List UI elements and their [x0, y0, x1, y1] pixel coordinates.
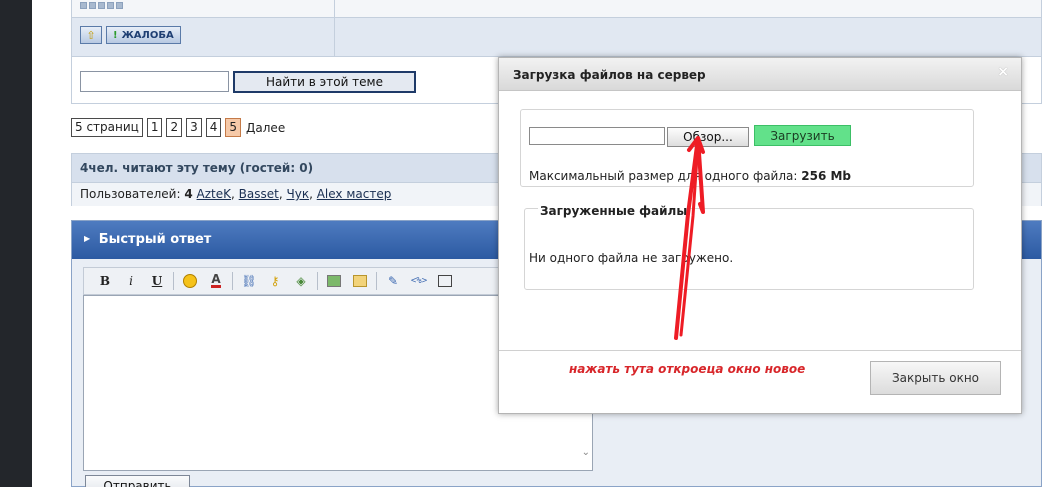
italic-button[interactable]: i [118, 271, 144, 291]
complain-label: ЖАЛОБА [121, 29, 174, 41]
quote-icon: ◈ [296, 274, 306, 288]
upload-dialog: Загрузка файлов на сервер × Обзор... Заг… [498, 57, 1022, 414]
readers-count: 4 [184, 187, 193, 201]
max-file-size: Максимальный размер для одного файла: 25… [529, 169, 852, 183]
smiley-button[interactable] [177, 271, 203, 291]
next-page-link[interactable]: Далее [246, 121, 285, 135]
left-margin [32, 0, 70, 487]
quote-button[interactable]: ◈ [288, 271, 314, 291]
page-link-2[interactable]: 2 [166, 118, 183, 137]
key-icon: ⚷ [270, 274, 280, 288]
code-icon: <%> [410, 276, 428, 286]
expand-triangle-icon: ▶ [84, 234, 91, 243]
image-button[interactable] [321, 271, 347, 291]
browse-button[interactable]: Обзор... [667, 127, 749, 147]
edit-button[interactable]: ✎ [380, 271, 406, 291]
uploaded-files-empty: Ни одного файла не загружено. [529, 251, 734, 265]
html-icon [438, 275, 452, 287]
user-link[interactable]: Alex мастер [317, 187, 392, 201]
arrow-up-icon: ⇧ [86, 28, 96, 42]
folder-button[interactable] [347, 271, 373, 291]
image-icon [327, 275, 341, 287]
page-link-4[interactable]: 4 [205, 118, 222, 137]
bold-button[interactable]: B [92, 271, 118, 291]
user-link[interactable]: Чук [286, 187, 309, 201]
close-window-button[interactable]: Закрыть окно [870, 361, 1001, 395]
submit-reply-button[interactable]: Отправить [85, 475, 190, 487]
font-color-button[interactable]: A [203, 271, 229, 291]
page-current-5: 5 [225, 118, 242, 137]
uploaded-files-panel: Загруженные файлы Ни одного файла не заг… [524, 204, 974, 290]
pencil-icon: ✎ [387, 274, 399, 288]
exclamation-icon: ! [113, 29, 118, 41]
close-icon[interactable]: × [997, 64, 1009, 80]
topic-search-input[interactable] [80, 71, 229, 92]
uploaded-files-title: Загруженные файлы [538, 204, 690, 218]
complain-button[interactable]: ! ЖАЛОБА [106, 26, 181, 44]
font-color-icon: A [211, 272, 221, 288]
upload-form: Обзор... Загрузить Максимальный размер д… [520, 109, 974, 187]
topic-search-button[interactable]: Найти в этой теме [233, 71, 416, 93]
dialog-title: Загрузка файлов на сервер [513, 68, 706, 82]
user-link[interactable]: Basset [239, 187, 279, 201]
pagination: 5 страниц 1 2 3 4 5 Далее [71, 118, 285, 137]
html-button[interactable] [432, 271, 458, 291]
scroll-down-icon[interactable]: ⌄ [582, 447, 590, 458]
email-button[interactable]: ⚷ [262, 271, 288, 291]
post-author-column: ⇧ ! ЖАЛОБА [72, 0, 335, 57]
scroll-up-button[interactable]: ⇧ [80, 26, 102, 44]
page-link-1[interactable]: 1 [146, 118, 163, 137]
post-content-column [335, 0, 1041, 57]
rating-dots [80, 2, 326, 9]
upload-button[interactable]: Загрузить [754, 125, 851, 146]
left-dark-strip [0, 0, 32, 487]
file-path-input[interactable] [529, 127, 665, 145]
dialog-divider [499, 350, 1021, 351]
annotation-text: нажать тута откроеца окно новое [569, 362, 806, 376]
link-button[interactable]: ⛓ [236, 271, 262, 291]
user-link[interactable]: AzteK [197, 187, 231, 201]
pages-count: 5 страниц [71, 118, 143, 137]
max-file-size-value: 256 Mb [801, 169, 852, 183]
post-block: ⇧ ! ЖАЛОБА [71, 0, 1042, 57]
underline-button[interactable]: U [144, 271, 170, 291]
page-link-3[interactable]: 3 [186, 118, 202, 137]
dialog-title-bar: Загрузка файлов на сервер × [499, 58, 1021, 91]
code-button[interactable]: <%> [406, 271, 432, 291]
folder-icon [353, 275, 367, 287]
smiley-icon [183, 274, 197, 288]
link-icon: ⛓ [241, 274, 257, 288]
